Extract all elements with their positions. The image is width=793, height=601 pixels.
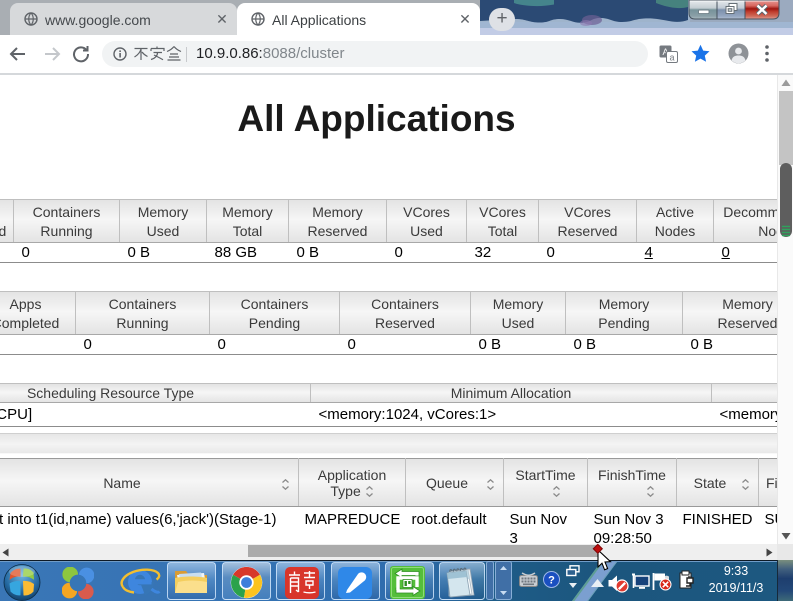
svg-text:?: ? <box>548 575 555 587</box>
svg-text:a: a <box>669 53 674 63</box>
